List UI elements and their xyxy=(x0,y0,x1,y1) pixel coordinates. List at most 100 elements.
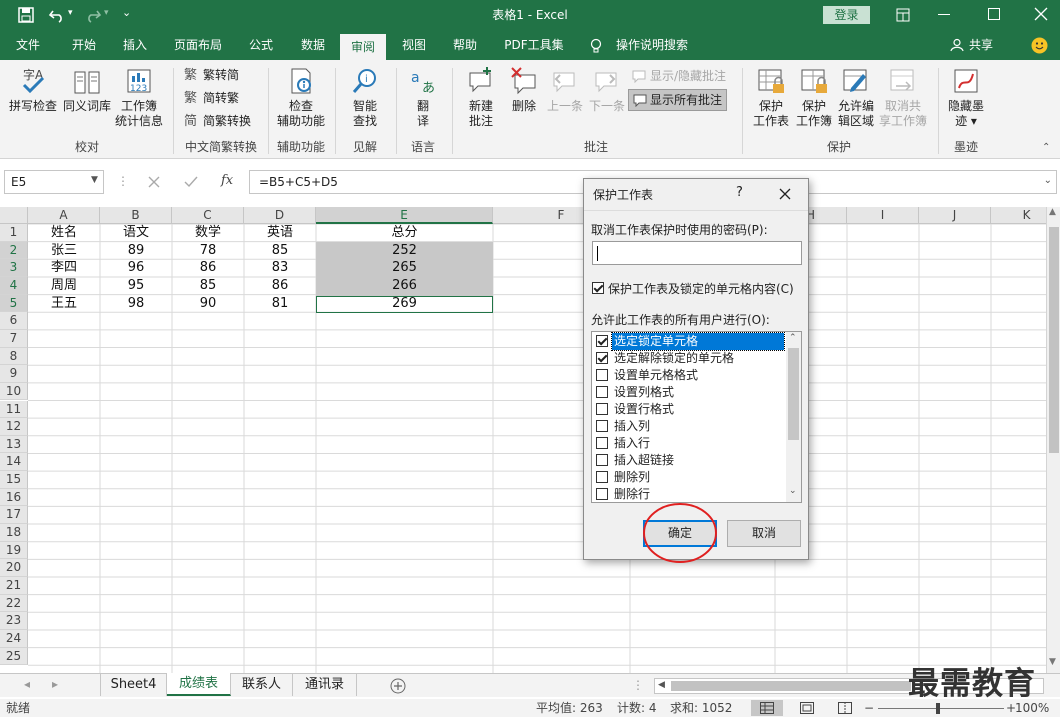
permission-checkbox[interactable] xyxy=(596,403,608,415)
permission-checkbox[interactable] xyxy=(596,488,608,500)
table-cell[interactable]: 周周 xyxy=(28,277,100,295)
table-cell[interactable]: 269 xyxy=(316,295,493,313)
undo-dropdown-icon[interactable]: ▾ xyxy=(68,8,73,18)
password-input[interactable] xyxy=(592,241,802,265)
permission-checkbox[interactable] xyxy=(596,437,608,449)
sheet-tab-sheet4[interactable]: Sheet4 xyxy=(101,674,167,696)
cancel-entry-icon[interactable] xyxy=(148,176,160,188)
permission-item[interactable]: 选定锁定单元格 xyxy=(596,332,786,351)
dialog-help-button[interactable]: ? xyxy=(736,185,743,200)
permission-item[interactable]: 设置单元格格式 xyxy=(596,367,786,384)
table-cell[interactable]: 86 xyxy=(172,259,244,277)
redo-dropdown-icon[interactable]: ▾ xyxy=(104,8,109,18)
row-header-10[interactable]: 10 xyxy=(0,382,28,401)
permission-item[interactable]: 删除列 xyxy=(596,469,786,486)
row-header-19[interactable]: 19 xyxy=(0,541,28,560)
name-box[interactable]: E5 ▼ xyxy=(4,170,104,194)
row-header-20[interactable]: 20 xyxy=(0,559,28,577)
cancel-button[interactable]: 取消 xyxy=(727,520,801,547)
normal-view-button[interactable] xyxy=(751,700,783,716)
row-header-24[interactable]: 24 xyxy=(0,629,28,648)
permission-item[interactable]: 插入列 xyxy=(596,418,786,435)
collapse-ribbon-icon[interactable]: ⌃ xyxy=(1042,142,1050,153)
select-all-corner[interactable] xyxy=(0,207,28,224)
insert-function-icon[interactable]: fx xyxy=(221,173,233,188)
table-cell[interactable]: 78 xyxy=(172,242,244,260)
row-header-17[interactable]: 17 xyxy=(0,506,28,525)
minimize-button[interactable] xyxy=(938,14,950,15)
table-cell[interactable]: 90 xyxy=(172,295,244,313)
column-header-A[interactable]: A xyxy=(28,207,100,224)
row-header-1[interactable]: 1 xyxy=(0,224,28,242)
translate-button[interactable]: aあ 翻 译 xyxy=(400,66,446,129)
protect-sheet-checkbox[interactable] xyxy=(592,282,604,294)
undo-icon[interactable] xyxy=(48,7,66,23)
next-sheet-icon[interactable]: ▸ xyxy=(52,677,58,691)
tab-file[interactable]: 文件 xyxy=(8,30,48,60)
permission-checkbox[interactable] xyxy=(596,335,608,347)
row-header-14[interactable]: 14 xyxy=(0,453,28,472)
scroll-left-icon[interactable]: ◀ xyxy=(658,680,665,690)
maximize-button[interactable] xyxy=(988,8,1000,20)
next-comment-button[interactable]: 下一条 xyxy=(586,66,628,114)
table-cell[interactable]: 83 xyxy=(244,259,316,277)
column-header-C[interactable]: C xyxy=(172,207,244,224)
row-header-13[interactable]: 13 xyxy=(0,435,28,454)
split-handle-icon[interactable]: ⋮ xyxy=(632,678,644,692)
vertical-scroll-thumb[interactable] xyxy=(1049,227,1059,453)
header-cell[interactable]: 数学 xyxy=(172,224,244,242)
tab-view[interactable]: 视图 xyxy=(394,30,434,60)
permission-checkbox[interactable] xyxy=(596,420,608,432)
redo-icon[interactable] xyxy=(84,7,102,23)
tell-me-search[interactable]: 操作说明搜索 xyxy=(612,30,692,60)
tab-page-layout[interactable]: 页面布局 xyxy=(166,30,230,60)
row-header-15[interactable]: 15 xyxy=(0,471,28,489)
table-cell[interactable]: 81 xyxy=(244,295,316,313)
permission-checkbox[interactable] xyxy=(596,386,608,398)
header-cell[interactable]: 语文 xyxy=(100,224,172,242)
row-header-16[interactable]: 16 xyxy=(0,488,28,507)
permission-item[interactable]: 选定解除锁定的单元格 xyxy=(596,350,786,367)
workbook-stats-button[interactable]: 123 工作簿 统计信息 xyxy=(112,66,166,129)
previous-comment-button[interactable]: 上一条 xyxy=(544,66,586,114)
permission-item[interactable]: 设置列格式 xyxy=(596,384,786,401)
table-cell[interactable]: 98 xyxy=(100,295,172,313)
zoom-slider-thumb[interactable] xyxy=(936,703,940,714)
row-header-9[interactable]: 9 xyxy=(0,365,28,383)
tab-data[interactable]: 数据 xyxy=(292,30,334,60)
permission-checkbox[interactable] xyxy=(596,352,608,364)
unshare-workbook-button[interactable]: 取消共 享工作簿 xyxy=(876,66,930,129)
share-button[interactable]: 共享 xyxy=(966,30,996,60)
row-header-11[interactable]: 11 xyxy=(0,400,28,419)
confirm-entry-icon[interactable] xyxy=(184,176,198,188)
row-header-23[interactable]: 23 xyxy=(0,612,28,630)
table-cell[interactable]: 96 xyxy=(100,259,172,277)
row-header-21[interactable]: 21 xyxy=(0,577,28,595)
permission-item[interactable]: 插入行 xyxy=(596,435,786,452)
row-header-7[interactable]: 7 xyxy=(0,329,28,348)
row-header-6[interactable]: 6 xyxy=(0,312,28,330)
list-scroll-up-icon[interactable]: ⌃ xyxy=(789,333,797,343)
login-button[interactable]: 登录 xyxy=(823,6,870,24)
tab-home[interactable]: 开始 xyxy=(62,30,106,60)
column-header-J[interactable]: J xyxy=(919,207,991,224)
list-scroll-down-icon[interactable]: ⌄ xyxy=(789,486,797,496)
save-icon[interactable] xyxy=(18,7,34,23)
dialog-close-icon[interactable] xyxy=(779,188,791,200)
column-header-E[interactable]: E xyxy=(316,207,493,224)
row-header-12[interactable]: 12 xyxy=(0,418,28,436)
s2t-button[interactable]: 繁简转繁 xyxy=(184,91,254,106)
row-header-25[interactable]: 25 xyxy=(0,647,28,666)
name-box-dropdown-icon[interactable]: ▼ xyxy=(91,175,98,185)
row-header-2[interactable]: 2 xyxy=(0,241,28,260)
thesaurus-button[interactable]: 同义词库 xyxy=(60,66,114,114)
zoom-level[interactable]: 100% xyxy=(1015,699,1049,717)
zoom-out-button[interactable]: − xyxy=(864,699,874,717)
tab-help[interactable]: 帮助 xyxy=(445,30,485,60)
table-cell[interactable]: 89 xyxy=(100,242,172,260)
row-header-4[interactable]: 4 xyxy=(0,276,28,295)
list-scrollbar[interactable]: ⌃ ⌄ xyxy=(786,332,801,502)
close-window-icon[interactable] xyxy=(1034,7,1048,21)
worksheet-grid[interactable]: ABCDEFGHIJKL 123456789101112131415161718… xyxy=(0,207,1046,673)
permission-item[interactable]: 插入超链接 xyxy=(596,452,786,469)
